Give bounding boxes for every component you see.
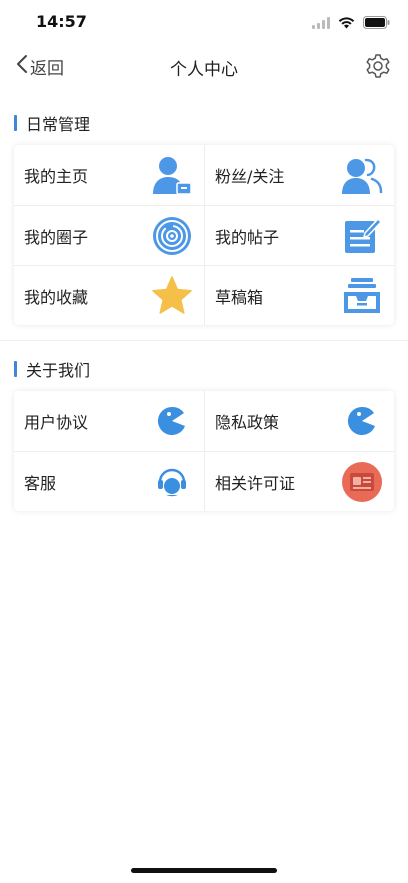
menu-item-drafts[interactable]: 草稿箱 bbox=[204, 265, 394, 325]
section-title: 日常管理 bbox=[26, 115, 91, 134]
menu-item-label: 隐私政策 bbox=[215, 413, 280, 432]
section-accent-bar bbox=[14, 361, 17, 377]
menu-item-my-posts[interactable]: 我的帖子 bbox=[204, 205, 394, 265]
section-divider bbox=[0, 340, 408, 341]
menu-item-label: 我的收藏 bbox=[24, 287, 89, 307]
menu-item-my-circles[interactable]: 我的圈子 bbox=[14, 205, 204, 265]
menu-item-licenses[interactable]: 相关许可证 bbox=[204, 451, 394, 511]
license-card-icon bbox=[340, 460, 384, 504]
menu-item-label: 用户协议 bbox=[24, 413, 89, 432]
menu-item-my-homepage[interactable]: 我的主页 bbox=[14, 145, 204, 205]
home-indicator bbox=[131, 868, 277, 873]
section-header-daily: 日常管理 bbox=[14, 111, 90, 135]
menu-item-fans-follow[interactable]: 粉丝/关注 bbox=[204, 145, 394, 205]
section-accent-bar bbox=[14, 115, 17, 131]
post-edit-icon bbox=[340, 214, 384, 258]
circles-icon bbox=[150, 214, 194, 258]
customer-service-icon bbox=[150, 460, 194, 504]
user-profile-icon bbox=[150, 153, 194, 197]
gear-icon bbox=[364, 54, 392, 84]
menu-item-privacy-policy[interactable]: 隐私政策 bbox=[204, 391, 394, 451]
app-logo-icon bbox=[150, 399, 194, 443]
page-title: 个人中心 bbox=[170, 60, 238, 80]
star-icon bbox=[150, 274, 194, 318]
menu-item-user-agreement[interactable]: 用户协议 bbox=[14, 391, 204, 451]
menu-item-label: 草稿箱 bbox=[215, 287, 264, 307]
battery-icon bbox=[363, 14, 390, 33]
menu-item-customer-service[interactable]: 客服 bbox=[14, 451, 204, 511]
menu-item-label: 我的帖子 bbox=[215, 227, 280, 247]
wifi-icon bbox=[338, 14, 355, 33]
inbox-tray-icon bbox=[340, 274, 384, 318]
status-time: 14:57 bbox=[36, 12, 87, 31]
menu-item-my-favorites[interactable]: 我的收藏 bbox=[14, 265, 204, 325]
menu-item-label: 相关许可证 bbox=[215, 473, 296, 493]
settings-button[interactable] bbox=[364, 52, 392, 80]
menu-item-label: 客服 bbox=[24, 473, 57, 493]
menu-item-label: 我的圈子 bbox=[24, 227, 89, 247]
menu-item-label: 粉丝/关注 bbox=[215, 167, 285, 186]
signal-icon bbox=[312, 14, 330, 33]
status-icons bbox=[312, 14, 390, 33]
nav-bar: 返回 个人中心 bbox=[0, 44, 408, 88]
about-us-grid: 用户协议 隐私政策 客服 相关许可证 bbox=[14, 391, 394, 511]
daily-management-grid: 我的主页 粉丝/关注 我的圈子 我的帖子 我的收藏 草稿箱 bbox=[14, 145, 394, 325]
status-bar: 14:57 bbox=[0, 0, 408, 44]
section-header-about: 关于我们 bbox=[14, 357, 90, 381]
users-icon bbox=[340, 153, 384, 197]
section-title: 关于我们 bbox=[26, 361, 91, 380]
app-logo-icon bbox=[340, 399, 384, 443]
menu-item-label: 我的主页 bbox=[24, 167, 89, 186]
